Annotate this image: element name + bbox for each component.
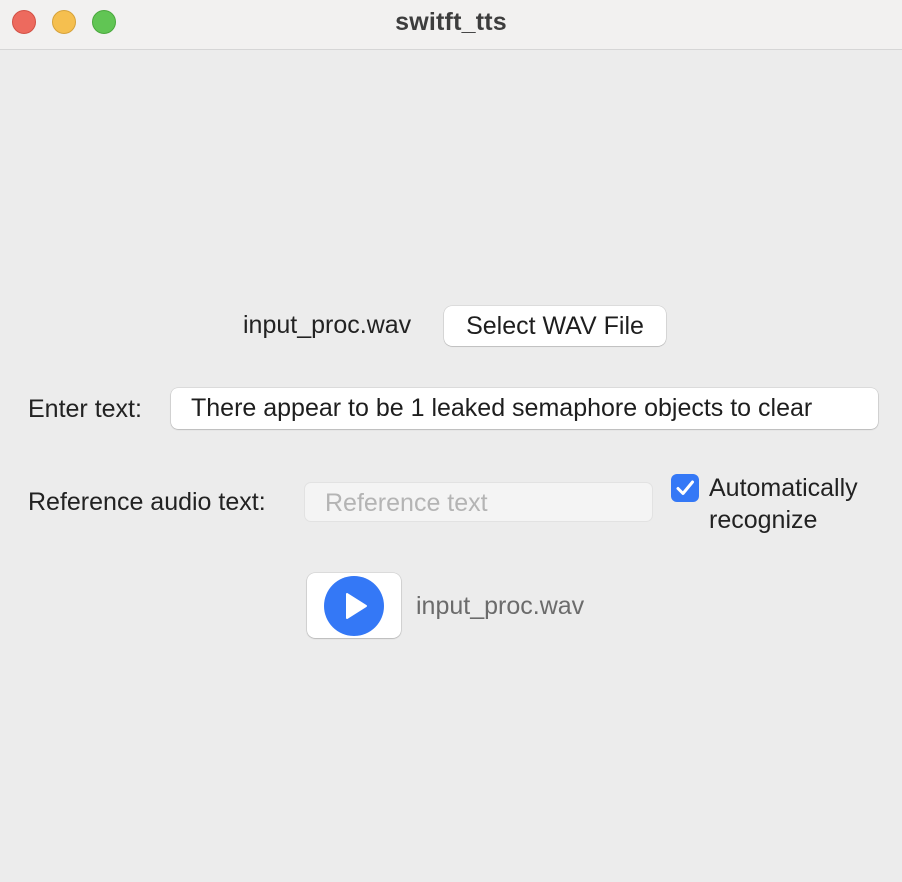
auto-recognize-label: Automatically recognize xyxy=(709,474,858,534)
enter-text-value: There appear to be 1 leaked semaphore ob… xyxy=(191,394,813,422)
enter-text-field[interactable]: There appear to be 1 leaked semaphore ob… xyxy=(171,388,878,429)
reference-audio-text-label: Reference audio text: xyxy=(28,488,266,516)
enter-text-label: Enter text: xyxy=(28,395,142,423)
auto-recognize-checkbox[interactable] xyxy=(671,474,699,502)
title-bar: switft_tts xyxy=(0,0,902,50)
play-circle xyxy=(324,576,384,636)
play-button[interactable] xyxy=(307,573,401,638)
reference-text-placeholder: Reference text xyxy=(325,489,488,517)
select-wav-file-button[interactable]: Select WAV File xyxy=(444,306,666,346)
play-icon xyxy=(346,593,367,619)
app-window: switft_tts input_proc.wav Select WAV Fil… xyxy=(0,0,902,882)
player-file-name: input_proc.wav xyxy=(416,592,585,620)
window-title: switft_tts xyxy=(395,8,507,36)
selected-file-label: input_proc.wav xyxy=(243,311,412,339)
reference-text-field[interactable]: Reference text xyxy=(304,482,653,522)
checkmark-icon xyxy=(676,480,694,495)
